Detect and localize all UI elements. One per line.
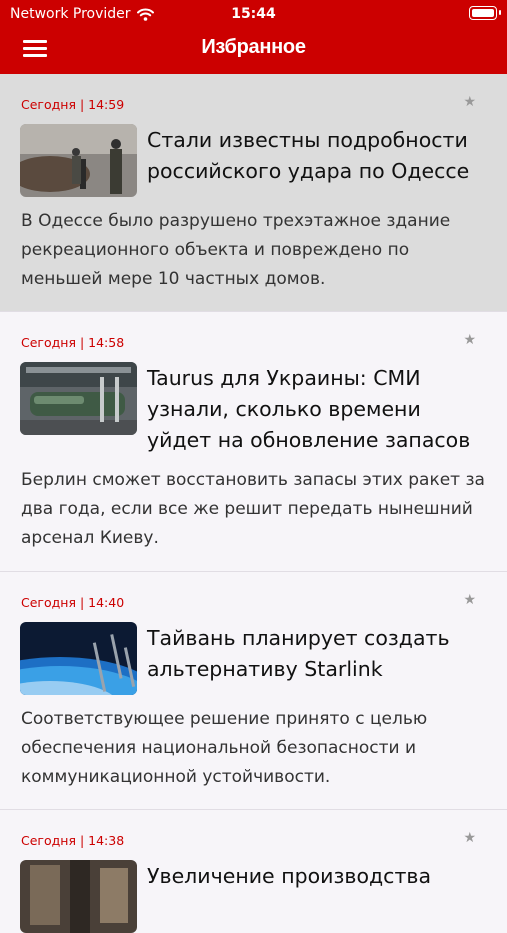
article-card[interactable]: Сегодня | 14:40 ★ Тайвань планирует созд… [0,572,507,810]
star-icon[interactable]: ★ [463,332,476,348]
article-thumbnail [20,124,137,197]
article-thumbnail [20,362,137,435]
article-card[interactable]: Сегодня | 14:38 ★ Увеличение производств… [0,810,507,933]
page-title: Избранное [201,36,306,58]
article-timestamp: Сегодня | 14:58 [21,335,125,350]
article-summary: В Одессе было разрушено трехэтажное здан… [21,211,451,289]
article-headline[interactable]: Увеличение производства [147,861,487,892]
article-summary: Берлин сможет восстановить запасы этих р… [21,470,485,548]
article-thumbnail [20,860,137,933]
battery-icon [469,6,501,20]
status-time: 15:44 [231,6,276,22]
article-timestamp: Сегодня | 14:40 [21,595,125,610]
star-icon[interactable]: ★ [463,592,476,608]
article-headline[interactable]: Стали известны подробности российского у… [147,125,487,187]
star-icon[interactable]: ★ [463,94,476,110]
article-timestamp: Сегодня | 14:38 [21,833,125,848]
article-headline[interactable]: Тайвань планирует создать альтернативу S… [147,623,487,685]
app-header: Network Provider 15:44 Избранное [0,0,507,74]
article-headline[interactable]: Taurus для Украины: СМИ узнали, сколько … [147,363,487,456]
article-thumbnail [20,622,137,695]
article-card[interactable]: Сегодня | 14:59 ★ Стали известны подробн… [0,74,507,312]
star-icon[interactable]: ★ [463,830,476,846]
article-summary: Соответствующее решение принято с целью … [21,709,428,787]
article-card[interactable]: Сегодня | 14:58 ★ Taurus для Украины: СМ… [0,312,507,572]
article-timestamp: Сегодня | 14:59 [21,97,125,112]
